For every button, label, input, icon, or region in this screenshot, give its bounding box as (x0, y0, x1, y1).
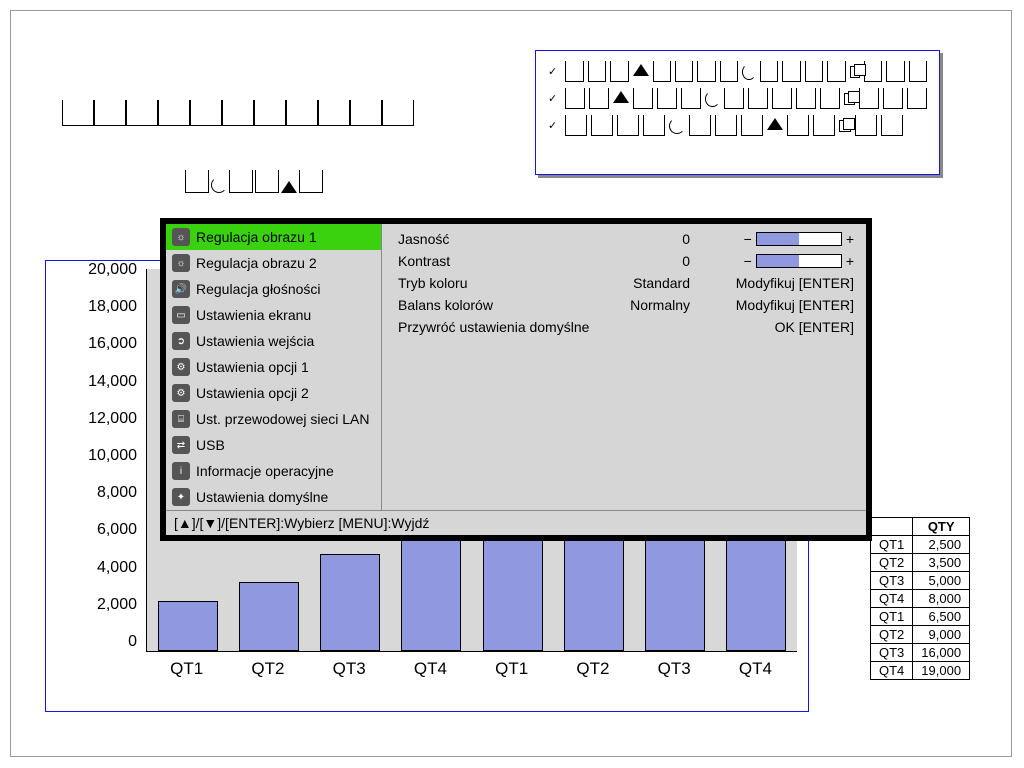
chart-bar (320, 554, 380, 652)
brightness-label: Jasność (396, 228, 618, 250)
placeholder-symbols (185, 170, 323, 193)
balance-value: Normalny (618, 294, 692, 316)
chart-bar (158, 601, 218, 651)
restore-action[interactable]: OK [ENTER] (692, 316, 856, 338)
osd-menu-label: Ustawienia opcji 2 (196, 385, 309, 401)
triangle-icon (281, 181, 297, 193)
osd-menu-item[interactable]: ➲ Ustawienia wejścia (166, 328, 381, 354)
osd-left-pane: ☼ Regulacja obrazu 1 ☼ Regulacja obrazu 2 🔊 R… (166, 224, 382, 510)
lan-icon: ⌸ (172, 410, 190, 428)
contrast-value: 0 (618, 250, 692, 272)
osd-menu-label: Ustawienia opcji 1 (196, 359, 309, 375)
placeholder-row-top (62, 100, 414, 126)
chart-bar (239, 582, 299, 651)
legend-line-3 (548, 115, 927, 136)
input-icon: ➲ (172, 332, 190, 350)
osd-menu-item[interactable]: 🔊 Regulacja głośności (166, 276, 381, 302)
osd-menu-label: Ust. przewodowej sieci LAN (196, 411, 370, 427)
osd-menu-label: Regulacja głośności (196, 281, 321, 297)
screen-icon: ▭ (172, 306, 190, 324)
osd-menu-item[interactable]: ☼ Regulacja obrazu 2 (166, 250, 381, 276)
qty-header: QTY (913, 518, 970, 536)
table-row: QT419,000 (871, 662, 970, 680)
legend-box (535, 50, 940, 175)
osd-menu-item[interactable]: ☼ Regulacja obrazu 1 (166, 224, 381, 250)
wrench-icon: ⚙ (172, 384, 190, 402)
osd-menu-label: Regulacja obrazu 2 (196, 255, 317, 271)
osd-menu-label: Informacje operacyjne (196, 463, 334, 479)
osd-menu[interactable]: ☼ Regulacja obrazu 1 ☼ Regulacja obrazu 2 🔊 R… (160, 218, 872, 541)
chart-bar (483, 525, 543, 651)
table-row: QT12,500 (871, 536, 970, 554)
sun-icon: ☼ (172, 228, 190, 246)
osd-menu-label: Regulacja obrazu 1 (196, 229, 317, 245)
wrench-icon: ⚙ (172, 358, 190, 376)
colormode-action[interactable]: Modyfikuj [ENTER] (692, 272, 856, 294)
table-row: QT16,500 (871, 608, 970, 626)
osd-menu-label: Ustawienia wejścia (196, 333, 314, 349)
sparkle-icon: ✦ (172, 488, 190, 506)
table-row: QT316,000 (871, 644, 970, 662)
balance-action[interactable]: Modyfikuj [ENTER] (692, 294, 856, 316)
osd-menu-item[interactable]: i Informacje operacyjne (166, 458, 381, 484)
contrast-label: Kontrast (396, 250, 618, 272)
table-row: QT23,500 (871, 554, 970, 572)
osd-menu-item[interactable]: ⚙ Ustawienia opcji 2 (166, 380, 381, 406)
osd-footer: [▲]/[▼]/[ENTER]:Wybierz [MENU]:Wyjdź (166, 510, 866, 535)
colormode-value: Standard (618, 272, 692, 294)
usb-icon: ⇄ (172, 436, 190, 454)
osd-menu-item[interactable]: ⇄ USB (166, 432, 381, 458)
table-row: QT48,000 (871, 590, 970, 608)
speaker-icon: 🔊 (172, 280, 190, 298)
table-row: QT29,000 (871, 626, 970, 644)
info-icon: i (172, 462, 190, 480)
osd-menu-label: Ustawienia domyślne (196, 489, 328, 505)
osd-menu-item[interactable]: ⌸ Ust. przewodowej sieci LAN (166, 406, 381, 432)
osd-menu-item[interactable]: ⚙ Ustawienia opcji 1 (166, 354, 381, 380)
brightness-slider[interactable]: − + (744, 231, 854, 247)
colormode-label: Tryb koloru (396, 272, 618, 294)
osd-menu-label: Ustawienia ekranu (196, 307, 311, 323)
restore-label: Przywróć ustawienia domyślne (396, 316, 692, 338)
osd-menu-label: USB (196, 437, 225, 453)
osd-menu-item[interactable]: ▭ Ustawienia ekranu (166, 302, 381, 328)
chart-y-axis: 20,00018,00016,00014,00012,00010,0008,00… (46, 261, 141, 651)
chart-x-labels: QT1QT2QT3QT4QT1QT2QT3QT4 (146, 659, 796, 679)
legend-line-1 (548, 61, 927, 82)
contrast-slider[interactable]: − + (744, 253, 854, 269)
balance-label: Balans kolorów (396, 294, 618, 316)
sun-icon: ☼ (172, 254, 190, 272)
osd-right-pane: Jasność 0 − + Kontrast 0 − + Tryb koloru… (382, 224, 866, 510)
legend-line-2 (548, 88, 927, 109)
table-row: QT35,000 (871, 572, 970, 590)
brightness-value: 0 (618, 228, 692, 250)
osd-menu-item[interactable]: ✦ Ustawienia domyślne (166, 484, 381, 510)
qty-table: QTY QT12,500QT23,500QT35,000QT48,000QT16… (870, 517, 970, 680)
